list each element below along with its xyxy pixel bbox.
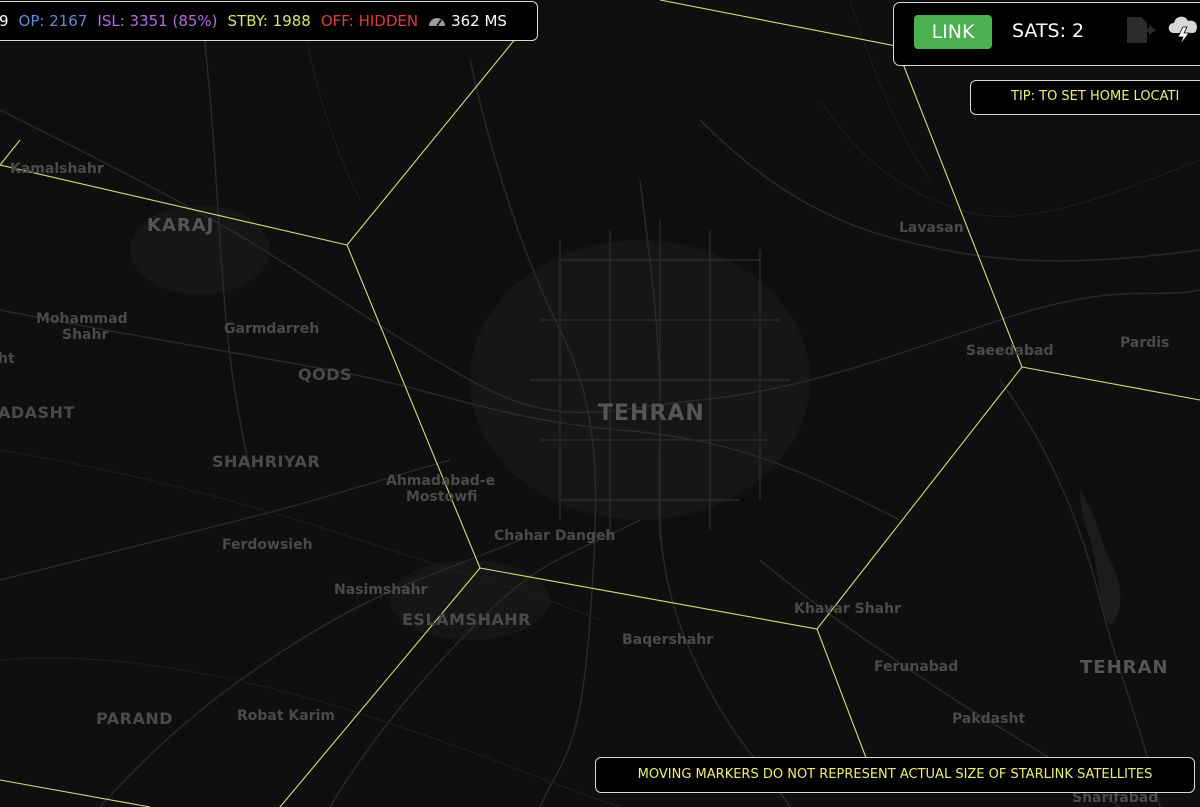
place-label: Sharifabad [1072,790,1159,806]
place-label: ADASHT [0,403,75,422]
place-label: Baqershahr [622,632,714,648]
place-label: Kamalshahr [10,161,104,177]
place-label: QODS [298,365,353,384]
place-label: ht [0,351,15,367]
place-label: Ahmadabad-e [386,473,496,489]
satellite-stats-bar: 9 OP: 2167 ISL: 3351 (85%) STBY: 1988 OF… [0,1,538,41]
export-arrow-icon[interactable] [1124,15,1158,45]
place-label: Nasimshahr [334,582,428,598]
place-label: KARAJ [147,215,215,236]
place-label: Ferdowsieh [222,537,313,553]
disclaimer-banner: MOVING MARKERS DO NOT REPRESENT ACTUAL S… [595,757,1195,793]
standby-count[interactable]: STBY: 1988 [228,12,311,30]
speedometer-icon [429,18,446,27]
place-label: Pardis [1120,335,1170,351]
place-label: Mostowfi [406,489,478,505]
isl-count[interactable]: ISL: 3351 (85%) [97,12,217,30]
place-label: ESLAMSHAHR [402,610,531,629]
tip-banner: TIP: TO SET HOME LOCATI [970,80,1200,115]
place-label: Saeedabad [966,343,1054,359]
place-label: Lavasan [899,220,964,236]
place-label: Mohammad [36,311,128,327]
place-label-capital: TEHRAN [598,401,705,426]
link-panel: LINK SATS: 2 [893,2,1200,66]
latency-value: 362 MS [451,12,507,30]
place-label: Pakdasht [952,711,1026,727]
total-count: 9 [0,12,9,30]
off-toggle[interactable]: OFF: HIDDEN [321,12,418,30]
sats-count: SATS: 2 [1012,20,1085,42]
place-label: Shahr [62,327,109,343]
place-label: SHAHRIYAR [212,452,321,471]
link-button[interactable]: LINK [914,15,992,49]
place-label: Ferunabad [874,659,959,675]
place-label: Khavar Shahr [794,601,901,617]
place-label: Garmdarreh [224,321,320,337]
cloud-lightning-icon[interactable] [1165,11,1200,45]
operational-count[interactable]: OP: 2167 [19,12,88,30]
place-label: Chahar Dangeh [494,528,616,544]
latency-readout: 362 MS [428,12,507,30]
place-label: Robat Karim [237,708,336,724]
place-label: PARAND [96,709,174,728]
place-label-province: TEHRAN [1080,657,1169,678]
